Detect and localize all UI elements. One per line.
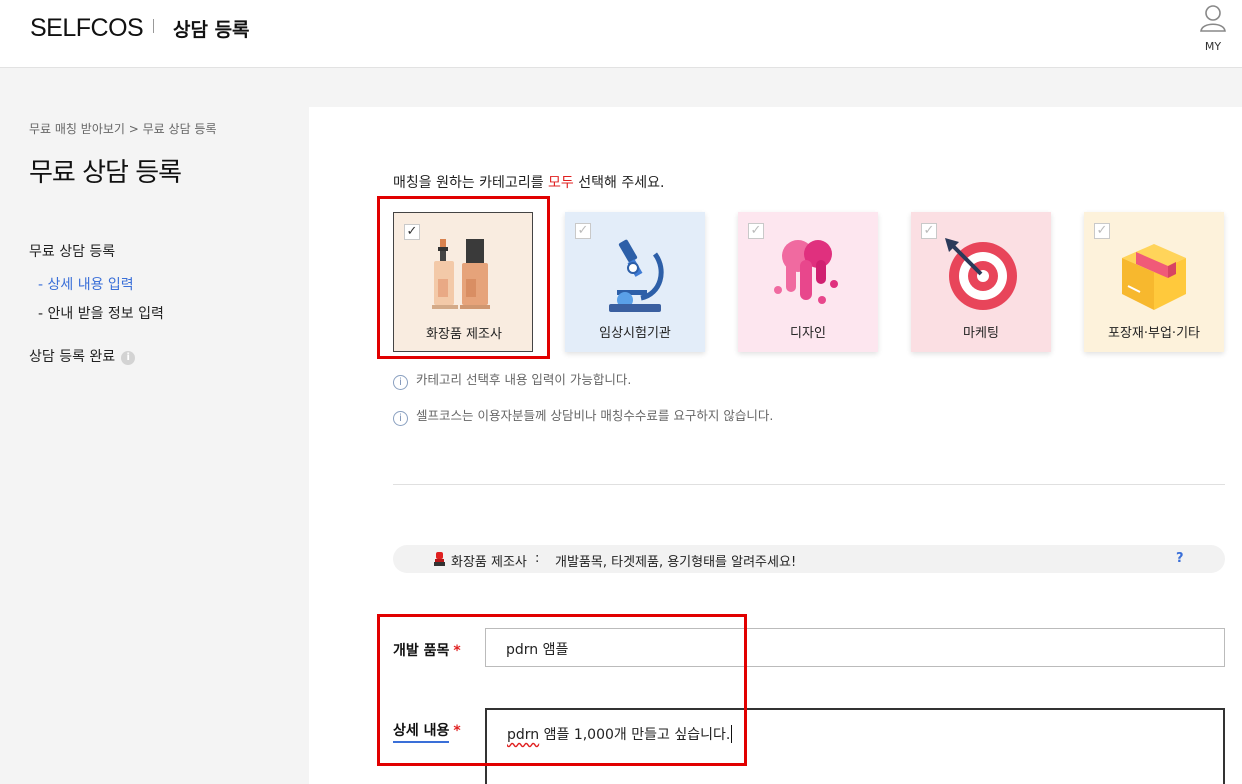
target-icon <box>945 238 1017 310</box>
category-checkbox[interactable]: ✓ <box>748 223 764 239</box>
highlight-box-fields <box>377 614 747 766</box>
category-card-marketing[interactable]: ✓ 마케팅 <box>911 212 1051 352</box>
category-card-packaging[interactable]: ✓ 포장재·부업·기타 <box>1084 212 1224 352</box>
category-card-clinical[interactable]: ✓ 임상시험기관 <box>565 212 705 352</box>
header-divider <box>153 19 154 33</box>
help-icon[interactable]: ? <box>1176 551 1184 566</box>
lipstick-icon <box>434 552 445 566</box>
notice-item: i 셀프코스는 이용자분들께 상담비나 매칭수수료를 요구하지 않습니다. <box>393 405 773 426</box>
category-label: 마케팅 <box>963 326 999 341</box>
hint-text: 개발품목, 타겟제품, 용기형태를 알려주세요! <box>555 555 797 570</box>
breadcrumb: 무료 매칭 받아보기 > 무료 상담 등록 <box>29 122 217 136</box>
sidebar-item-complete[interactable]: 상담 등록 완료 i <box>29 346 136 366</box>
notice-text: 셀프코스는 이용자분들께 상담비나 매칭수수료를 요구하지 않습니다. <box>416 408 774 423</box>
microscope-icon <box>609 239 664 312</box>
my-label: MY <box>1204 40 1222 53</box>
sidebar-step-detail[interactable]: - 상세 내용 입력 <box>38 274 134 294</box>
page-title: 무료 상담 등록 <box>29 158 182 188</box>
category-checkbox[interactable]: ✓ <box>1094 223 1110 239</box>
sidebar-step-info[interactable]: - 안내 받을 정보 입력 <box>38 303 164 323</box>
section-divider <box>393 484 1225 485</box>
category-instruction: 매칭을 원하는 카테고리를 모두 선택해 주세요. <box>393 172 664 192</box>
user-icon <box>1200 5 1226 32</box>
category-label: 임상시험기관 <box>599 326 671 341</box>
instruction-emphasis: 모두 <box>548 175 574 191</box>
selfcos-logo[interactable]: SELFCOS <box>30 14 144 43</box>
info-icon: i <box>121 351 136 365</box>
notice-item: i 카테고리 선택후 내용 입력이 가능합니다. <box>393 369 631 390</box>
package-box-icon <box>1122 244 1186 310</box>
sidebar-item-register[interactable]: 무료 상담 등록 <box>29 241 115 261</box>
header-title: 상담 등록 <box>173 19 250 41</box>
info-icon: i <box>393 411 408 426</box>
category-label: 포장재·부업·기타 <box>1108 326 1200 341</box>
category-label: 디자인 <box>790 326 826 341</box>
notice-text: 카테고리 선택후 내용 입력이 가능합니다. <box>416 372 632 387</box>
my-page-button[interactable]: MY <box>1196 3 1230 55</box>
paint-drip-icon <box>774 240 838 304</box>
sidebar-complete-label: 상담 등록 완료 <box>29 349 116 365</box>
highlight-box-category <box>377 196 550 359</box>
category-card-design[interactable]: ✓ 디자인 <box>738 212 878 352</box>
hint-colon: : <box>535 551 540 566</box>
instruction-prefix: 매칭을 원하는 카테고리를 <box>393 175 549 191</box>
top-header: SELFCOS 상담 등록 MY <box>0 0 1242 68</box>
info-icon: i <box>393 375 408 390</box>
hint-category: 화장품 제조사 <box>451 555 527 570</box>
category-checkbox[interactable]: ✓ <box>575 223 591 239</box>
category-hint-bar: 화장품 제조사 : 개발품목, 타겟제품, 용기형태를 알려주세요! ? <box>393 545 1225 573</box>
category-checkbox[interactable]: ✓ <box>921 223 937 239</box>
instruction-suffix: 선택해 주세요. <box>573 175 665 191</box>
